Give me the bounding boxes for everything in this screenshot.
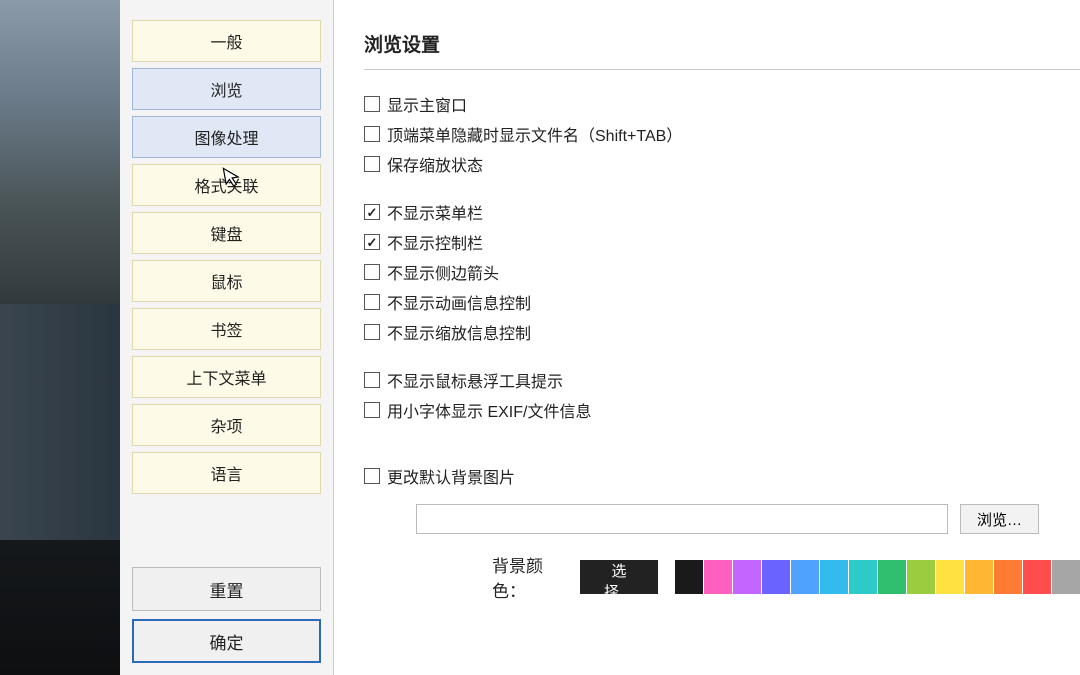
bg-image-path-input[interactable] <box>416 504 948 534</box>
checkbox-label: 顶端菜单隐藏时显示文件名（Shift+TAB） <box>387 122 682 146</box>
checkbox-hide-hover-tooltip[interactable] <box>364 372 380 388</box>
nav-misc[interactable]: 杂项 <box>132 404 321 446</box>
color-swatch-0[interactable] <box>675 560 703 594</box>
nav-context-menu[interactable]: 上下文菜单 <box>132 356 321 398</box>
nav-mouse[interactable]: 鼠标 <box>132 260 321 302</box>
checkbox-hide-controlbar[interactable] <box>364 234 380 250</box>
color-swatch-6[interactable] <box>849 560 877 594</box>
reset-button[interactable]: 重置 <box>132 567 321 611</box>
checkbox-label: 不显示控制栏 <box>387 230 483 254</box>
checkbox-label: 更改默认背景图片 <box>387 464 515 488</box>
color-swatch-4[interactable] <box>791 560 819 594</box>
choose-color-button[interactable]: 选择… <box>580 560 658 594</box>
divider <box>364 69 1080 70</box>
checkbox-save-zoom-state[interactable] <box>364 156 380 172</box>
nav-general[interactable]: 一般 <box>132 20 321 62</box>
color-swatch-10[interactable] <box>965 560 993 594</box>
checkbox-change-default-bg[interactable] <box>364 468 380 484</box>
color-swatch-8[interactable] <box>907 560 935 594</box>
color-swatch-3[interactable] <box>762 560 790 594</box>
desktop-background <box>0 0 120 675</box>
nav-language[interactable]: 语言 <box>132 452 321 494</box>
color-swatch-11[interactable] <box>994 560 1022 594</box>
ok-button[interactable]: 确定 <box>132 619 321 663</box>
nav-keyboard[interactable]: 键盘 <box>132 212 321 254</box>
color-swatch-13[interactable] <box>1052 560 1080 594</box>
color-swatch-2[interactable] <box>733 560 761 594</box>
checkbox-label: 不显示动画信息控制 <box>387 290 531 314</box>
color-swatch-9[interactable] <box>936 560 964 594</box>
checkbox-label: 用小字体显示 EXIF/文件信息 <box>387 398 591 422</box>
main-panel: 浏览设置 显示主窗口 顶端菜单隐藏时显示文件名（Shift+TAB） 保存缩放状… <box>334 0 1080 675</box>
checkbox-label: 显示主窗口 <box>387 92 467 116</box>
color-swatch-7[interactable] <box>878 560 906 594</box>
checkbox-label: 不显示鼠标悬浮工具提示 <box>387 368 563 392</box>
bg-color-label: 背景颜色： <box>492 552 564 602</box>
color-swatch-1[interactable] <box>704 560 732 594</box>
checkbox-label: 不显示菜单栏 <box>387 200 483 224</box>
nav-format-assoc[interactable]: 格式关联 <box>132 164 321 206</box>
nav-browse[interactable]: 浏览 <box>132 68 321 110</box>
browse-button[interactable]: 浏览… <box>960 504 1039 534</box>
checkbox-hide-zoom-info[interactable] <box>364 324 380 340</box>
checkbox-label: 保存缩放状态 <box>387 152 483 176</box>
checkbox-hide-anim-info[interactable] <box>364 294 380 310</box>
color-swatch-5[interactable] <box>820 560 848 594</box>
sidebar: 一般 浏览 图像处理 格式关联 键盘 鼠标 书签 上下文菜单 杂项 语言 重置 … <box>120 0 334 675</box>
checkbox-small-font-exif[interactable] <box>364 402 380 418</box>
nav-bookmarks[interactable]: 书签 <box>132 308 321 350</box>
checkbox-hide-side-arrows[interactable] <box>364 264 380 280</box>
color-swatches <box>674 560 1080 594</box>
checkbox-label: 不显示侧边箭头 <box>387 260 499 284</box>
nav-image-processing[interactable]: 图像处理 <box>132 116 321 158</box>
checkbox-show-main-window[interactable] <box>364 96 380 112</box>
section-title: 浏览设置 <box>364 30 1080 57</box>
color-swatch-12[interactable] <box>1023 560 1051 594</box>
checkbox-show-filename-when-menu-hidden[interactable] <box>364 126 380 142</box>
checkbox-hide-menubar[interactable] <box>364 204 380 220</box>
preferences-dialog: 一般 浏览 图像处理 格式关联 键盘 鼠标 书签 上下文菜单 杂项 语言 重置 … <box>120 0 1080 675</box>
checkbox-label: 不显示缩放信息控制 <box>387 320 531 344</box>
